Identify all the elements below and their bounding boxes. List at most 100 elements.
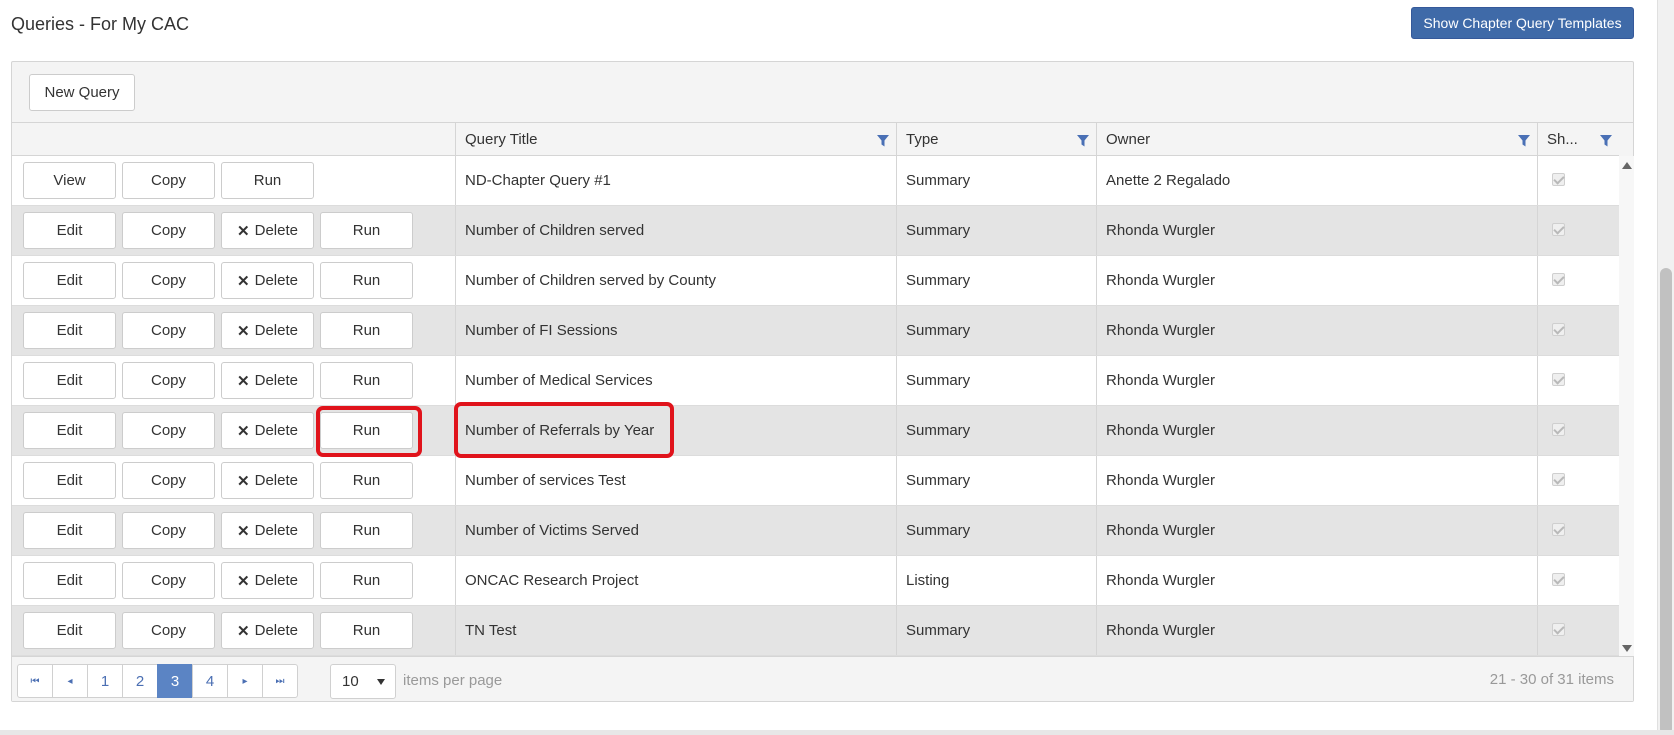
run-button[interactable]: Run — [320, 462, 413, 499]
shared-checkbox — [1552, 223, 1565, 236]
edit-button[interactable]: Edit — [23, 462, 116, 499]
run-button[interactable]: Run — [320, 362, 413, 399]
header-query-title[interactable]: Query Title — [455, 123, 896, 156]
table-row: Edit Copy ✕ Delete Run Number of Children ser… — [12, 206, 1619, 256]
run-button[interactable]: Run — [320, 262, 413, 299]
run-button[interactable]: Run — [320, 312, 413, 349]
close-icon: ✕ — [237, 572, 250, 590]
copy-button[interactable]: Copy — [122, 312, 215, 349]
row-actions: Edit Copy ✕ Delete Run — [12, 306, 455, 355]
table-row: Edit Copy ✕ Delete Run TN Test Summary Rhonda W… — [12, 606, 1619, 656]
view-button[interactable]: View — [23, 162, 116, 199]
grid-toolbar: New Query — [12, 62, 1633, 123]
cell-owner: Rhonda Wurgler — [1096, 306, 1537, 355]
copy-button[interactable]: Copy — [122, 362, 215, 399]
header-actions — [12, 123, 455, 156]
cell-type: Summary — [896, 506, 1096, 555]
delete-button[interactable]: ✕ Delete — [221, 212, 314, 249]
delete-label: Delete — [254, 472, 298, 489]
edit-button[interactable]: Edit — [23, 562, 116, 599]
edit-button[interactable]: Edit — [23, 512, 116, 549]
delete-button[interactable]: ✕ Delete — [221, 262, 314, 299]
run-button[interactable]: Run — [320, 612, 413, 649]
edit-button[interactable]: Edit — [23, 312, 116, 349]
delete-button[interactable]: ✕ Delete — [221, 462, 314, 499]
delete-button[interactable]: ✕ Delete — [221, 412, 314, 449]
edit-button[interactable]: Edit — [23, 212, 116, 249]
copy-button[interactable]: Copy — [122, 562, 215, 599]
header-owner[interactable]: Owner — [1096, 123, 1537, 156]
page-size-select[interactable]: 10 — [330, 664, 396, 699]
filter-icon[interactable] — [876, 134, 890, 148]
prev-page-icon[interactable]: ◂ — [52, 664, 88, 698]
shared-checkbox — [1552, 173, 1565, 186]
page-button[interactable]: 2 — [122, 664, 158, 698]
row-actions: Edit Copy ✕ Delete Run — [12, 256, 455, 305]
first-page-icon[interactable]: ⏮ — [17, 664, 53, 698]
copy-button[interactable]: Copy — [122, 412, 215, 449]
last-page-icon[interactable]: ⏭ — [262, 664, 298, 698]
table-row: Edit Copy ✕ Delete Run Number of Medical Serv… — [12, 356, 1619, 406]
copy-button[interactable]: Copy — [122, 462, 215, 499]
cell-shared — [1537, 456, 1619, 505]
header-type[interactable]: Type — [896, 123, 1096, 156]
delete-button[interactable]: ✕ Delete — [221, 312, 314, 349]
cell-query-title: ND-Chapter Query #1 — [455, 156, 896, 205]
run-button[interactable]: Run — [320, 412, 413, 449]
edit-button[interactable]: Edit — [23, 262, 116, 299]
edit-button[interactable]: Edit — [23, 412, 116, 449]
cell-owner: Anette 2 Regalado — [1096, 156, 1537, 205]
close-icon: ✕ — [237, 372, 250, 390]
close-icon: ✕ — [237, 422, 250, 440]
delete-button[interactable]: ✕ Delete — [221, 362, 314, 399]
row-actions: Edit Copy ✕ Delete Run — [12, 356, 455, 405]
row-actions: View Copy Run — [12, 156, 455, 205]
shared-checkbox — [1552, 373, 1565, 386]
copy-button[interactable]: Copy — [122, 162, 215, 199]
header-owner-label: Owner — [1106, 131, 1151, 148]
scroll-up-arrow-icon[interactable] — [1622, 162, 1632, 169]
run-button[interactable]: Run — [320, 562, 413, 599]
edit-button[interactable]: Edit — [23, 362, 116, 399]
cell-owner: Rhonda Wurgler — [1096, 506, 1537, 555]
edit-button[interactable]: Edit — [23, 612, 116, 649]
run-button[interactable]: Run — [320, 212, 413, 249]
copy-button[interactable]: Copy — [122, 612, 215, 649]
cell-type: Summary — [896, 356, 1096, 405]
run-button[interactable]: Run — [221, 162, 314, 199]
run-button[interactable]: Run — [320, 512, 413, 549]
next-page-icon[interactable]: ▸ — [227, 664, 263, 698]
page-size-value: 10 — [342, 673, 359, 690]
grid-vertical-scrollbar[interactable] — [1619, 156, 1634, 656]
copy-button[interactable]: Copy — [122, 212, 215, 249]
cell-owner: Rhonda Wurgler — [1096, 256, 1537, 305]
filter-icon[interactable] — [1517, 134, 1531, 148]
cell-shared — [1537, 406, 1619, 455]
delete-button[interactable]: ✕ Delete — [221, 512, 314, 549]
show-chapter-query-templates-button[interactable]: Show Chapter Query Templates — [1411, 7, 1634, 39]
cell-type: Summary — [896, 606, 1096, 655]
pager: ⏮ ◂ 1 2 3 4 ▸ ⏭ 10 items per page 21 - 30 of 31… — [12, 656, 1633, 701]
cell-shared — [1537, 506, 1619, 555]
page-button[interactable]: 1 — [87, 664, 123, 698]
page-button[interactable]: 3 — [157, 664, 193, 698]
filter-icon[interactable] — [1076, 134, 1090, 148]
delete-button[interactable]: ✕ Delete — [221, 612, 314, 649]
page-vertical-scrollbar[interactable] — [1657, 0, 1674, 735]
header-shared[interactable]: Sh... — [1537, 123, 1619, 156]
page-button[interactable]: 4 — [192, 664, 228, 698]
delete-button[interactable]: ✕ Delete — [221, 562, 314, 599]
filter-icon[interactable] — [1599, 134, 1613, 148]
new-query-button[interactable]: New Query — [29, 74, 135, 111]
copy-button[interactable]: Copy — [122, 512, 215, 549]
copy-button[interactable]: Copy — [122, 262, 215, 299]
row-actions: Edit Copy ✕ Delete Run — [12, 556, 455, 605]
cell-shared — [1537, 606, 1619, 655]
row-actions: Edit Copy ✕ Delete Run — [12, 456, 455, 505]
cell-shared — [1537, 156, 1619, 205]
page-scroll-thumb[interactable] — [1660, 268, 1672, 735]
delete-label: Delete — [254, 372, 298, 389]
table-row: View Copy Run ND-Chapter Query #1 Summary Ane… — [12, 156, 1619, 206]
scroll-down-arrow-icon[interactable] — [1622, 645, 1632, 652]
cell-query-title: Number of Children served — [455, 206, 896, 255]
